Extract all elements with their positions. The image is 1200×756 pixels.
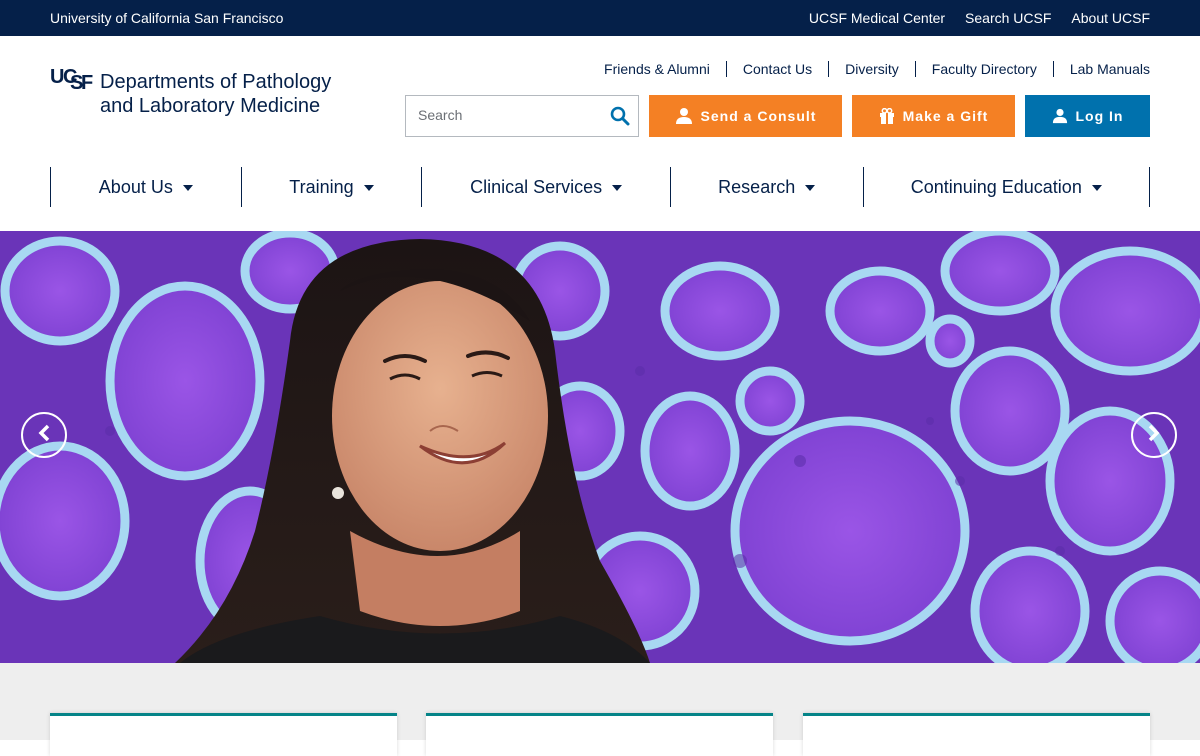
- chevron-right-icon: [1147, 424, 1161, 447]
- nav-continuing-education-label: Continuing Education: [910, 176, 1082, 197]
- feature-card-3[interactable]: [803, 713, 1150, 756]
- caret-down-icon: [363, 185, 374, 191]
- site-title: Departments of Pathology and Laboratory …: [100, 70, 331, 118]
- site-title-line-2: and Laboratory Medicine: [100, 95, 321, 117]
- nav-training-label: Training: [289, 176, 354, 197]
- contact-us-link[interactable]: Contact Us: [725, 61, 828, 77]
- hero-image: [0, 231, 1200, 663]
- send-consult-label: Send a Consult: [700, 108, 817, 124]
- search-box: [405, 95, 639, 137]
- nav-about-us-label: About Us: [98, 176, 173, 197]
- site-logo[interactable]: U C S F Departments of Pathology and Lab…: [50, 67, 331, 118]
- main-nav: About Us Training Clinical Services Rese…: [50, 167, 1151, 207]
- feature-card-1[interactable]: [50, 713, 397, 756]
- about-ucsf-link[interactable]: About UCSF: [1071, 10, 1150, 26]
- make-gift-label: Make a Gift: [902, 108, 989, 124]
- diversity-link[interactable]: Diversity: [828, 61, 915, 77]
- caret-down-icon: [612, 185, 623, 191]
- featured-section: [0, 663, 1200, 756]
- gift-icon: [879, 108, 895, 124]
- search-icon[interactable]: [610, 106, 630, 126]
- log-in-label: Log In: [1075, 108, 1124, 124]
- feature-card-2[interactable]: [426, 713, 773, 756]
- carousel-prev-button[interactable]: [21, 412, 67, 458]
- search-ucsf-link[interactable]: Search UCSF: [965, 10, 1051, 26]
- nav-research[interactable]: Research: [669, 167, 863, 207]
- top-bar: University of California San Francisco U…: [0, 0, 1200, 36]
- caret-down-icon: [1091, 185, 1102, 191]
- nav-about-us[interactable]: About Us: [50, 167, 241, 207]
- chevron-left-icon: [37, 424, 51, 447]
- ucsf-home-link[interactable]: University of California San Francisco: [50, 10, 283, 26]
- caret-down-icon: [182, 185, 193, 191]
- user-icon: [1052, 108, 1068, 124]
- carousel-next-button[interactable]: [1131, 412, 1177, 458]
- ucsf-logo-mark: U C S F: [50, 66, 93, 94]
- nav-research-label: Research: [718, 176, 796, 197]
- nav-training[interactable]: Training: [240, 167, 422, 207]
- utility-nav: Friends & Alumni Contact Us Diversity Fa…: [588, 61, 1150, 77]
- lab-manuals-link[interactable]: Lab Manuals: [1052, 61, 1150, 77]
- faculty-directory-link[interactable]: Faculty Directory: [914, 61, 1053, 77]
- hero-carousel: [0, 231, 1200, 663]
- user-icon: [675, 107, 693, 125]
- make-gift-button[interactable]: Make a Gift: [852, 95, 1015, 137]
- site-title-line-1: Departments of Pathology: [100, 71, 332, 93]
- nav-continuing-education[interactable]: Continuing Education: [862, 167, 1151, 207]
- ucsf-medical-center-link[interactable]: UCSF Medical Center: [809, 10, 945, 26]
- nav-clinical-services-label: Clinical Services: [470, 176, 603, 197]
- nav-clinical-services[interactable]: Clinical Services: [421, 167, 670, 207]
- send-consult-button[interactable]: Send a Consult: [649, 95, 842, 137]
- caret-down-icon: [805, 185, 816, 191]
- top-bar-links: UCSF Medical Center Search UCSF About UC…: [809, 10, 1150, 26]
- search-input[interactable]: [406, 96, 608, 134]
- log-in-button[interactable]: Log In: [1025, 95, 1150, 137]
- friends-alumni-link[interactable]: Friends & Alumni: [588, 61, 726, 77]
